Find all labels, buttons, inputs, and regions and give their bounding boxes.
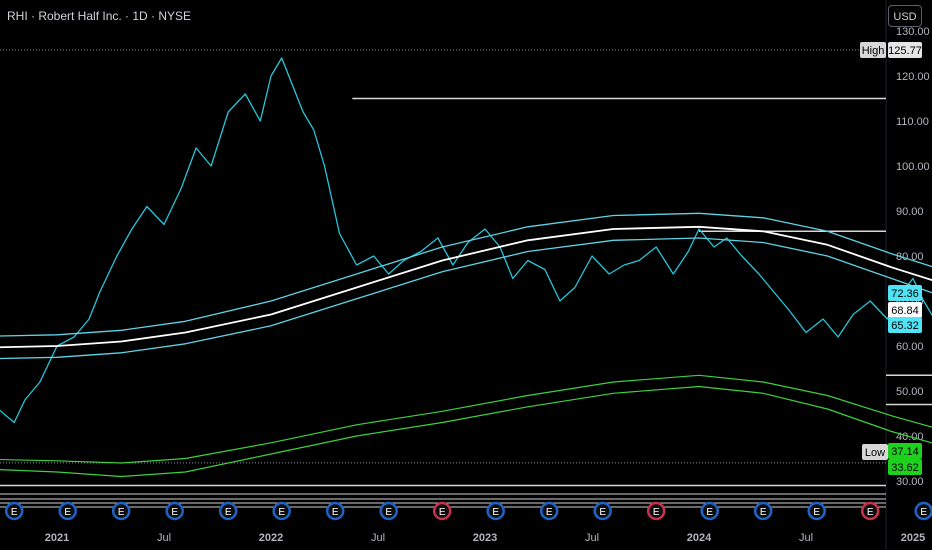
- earnings-badge-label-3: E: [118, 507, 125, 518]
- price-tag-0: High: [862, 45, 885, 57]
- price-tag-5: Low: [865, 447, 885, 459]
- y-tick-label-0: 30.00: [896, 476, 924, 488]
- x-tick-label-3: 2022: [259, 532, 283, 544]
- x-tick-label-9: 2025: [901, 532, 925, 544]
- earnings-badge-label-9: E: [439, 507, 446, 518]
- x-tick-label-8: Jul: [799, 532, 813, 544]
- x-tick-label-1: 2021: [45, 532, 69, 544]
- price-tag-2: 72.36: [891, 288, 919, 300]
- earnings-badge-label-8: E: [385, 507, 392, 518]
- y-tick-label-6: 90.00: [896, 206, 924, 218]
- earnings-badge-label-4: E: [171, 507, 178, 518]
- y-tick-label-8: 110.00: [896, 116, 929, 128]
- earnings-badge-label-5: E: [225, 507, 232, 518]
- earnings-badge-label-10: E: [492, 507, 499, 518]
- y-tick-label-9: 120.00: [896, 71, 930, 83]
- earnings-badge-label-18: E: [920, 507, 927, 518]
- earnings-badge-label-16: E: [813, 507, 820, 518]
- y-tick-label-2: 50.00: [896, 386, 924, 398]
- series-price: [0, 57, 932, 424]
- y-tick-label-7: 100.00: [896, 161, 930, 173]
- earnings-badge-label-13: E: [653, 507, 660, 518]
- earnings-badge-label-11: E: [546, 507, 553, 518]
- price-tag-6: 37.14: [891, 446, 919, 458]
- y-tick-label-10: 130.00: [896, 26, 930, 38]
- x-tick-label-6: Jul: [585, 532, 599, 544]
- earnings-badge-label-12: E: [599, 507, 606, 518]
- y-tick-label-3: 60.00: [896, 341, 924, 353]
- price-tag-7: 33.62: [891, 462, 919, 474]
- price-tag-3: 68.84: [891, 305, 919, 317]
- price-chart[interactable]: 30.0040.0050.0060.0070.0080.0090.00100.0…: [0, 0, 932, 550]
- earnings-badge-label-15: E: [760, 507, 767, 518]
- earnings-badge-label-1: E: [11, 507, 18, 518]
- earnings-badge-label-14: E: [706, 507, 713, 518]
- earnings-badge-label-6: E: [278, 507, 285, 518]
- price-tag-1: 125.77: [888, 45, 922, 57]
- series-green_upper: [0, 374, 932, 464]
- series-env_lower: [0, 237, 932, 360]
- price-tag-4: 65.32: [891, 320, 919, 332]
- x-tick-label-2: Jul: [157, 532, 171, 544]
- x-tick-label-7: 2024: [687, 532, 712, 544]
- earnings-badge-label-7: E: [332, 507, 339, 518]
- x-tick-label-4: Jul: [371, 532, 385, 544]
- earnings-badge-label-17: E: [867, 507, 874, 518]
- x-tick-label-5: 2023: [473, 532, 497, 544]
- earnings-badge-label-2: E: [64, 507, 71, 518]
